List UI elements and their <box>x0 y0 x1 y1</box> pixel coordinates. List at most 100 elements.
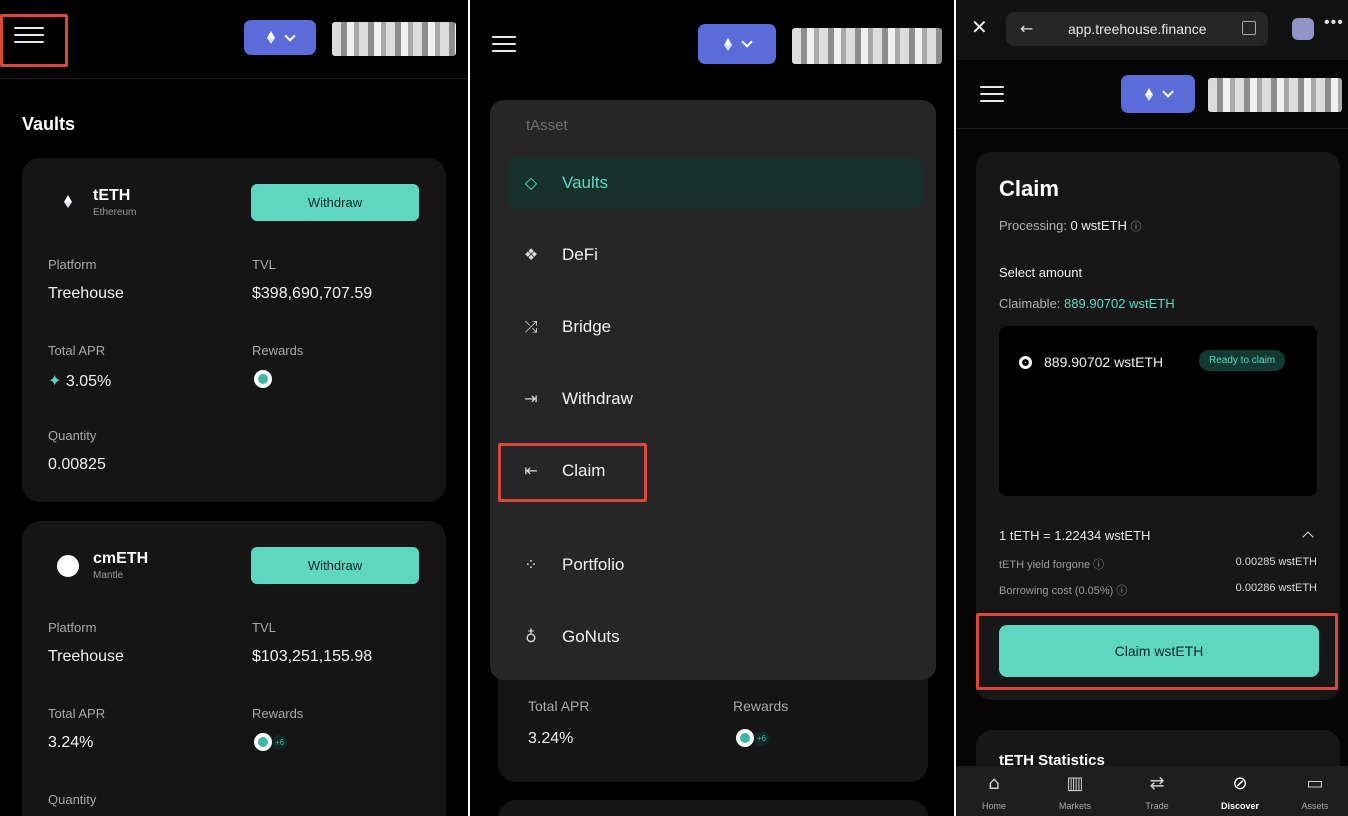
nav-home[interactable]: ⌂ Home <box>959 766 1029 816</box>
platform-label: Platform <box>48 620 96 635</box>
ethereum-icon <box>724 38 733 51</box>
yield-label-text: tETH yield forgone <box>999 559 1090 571</box>
platform-label: Platform <box>48 257 96 272</box>
close-icon[interactable]: ✕ <box>971 15 988 39</box>
quantity-label: Quantity <box>48 792 96 807</box>
page-title: Vaults <box>22 114 75 135</box>
nav-label: Home <box>982 801 1006 811</box>
claimable-value: 889.90702 wstETH <box>1064 296 1175 311</box>
nav-assets[interactable]: ▭ Assets <box>1280 766 1348 816</box>
rewards-label: Rewards <box>733 698 788 714</box>
network-selector[interactable] <box>1121 75 1195 113</box>
reward-token-icon <box>254 733 272 751</box>
network-selector[interactable] <box>698 24 776 64</box>
nut-icon: ♁ <box>522 628 540 646</box>
chevron-down-icon <box>1162 86 1173 97</box>
apr-label: Total APR <box>48 706 105 721</box>
wallet-extension-icon[interactable] <box>1292 18 1314 40</box>
menu-item-bridge[interactable]: ⤮Bridge <box>508 301 922 353</box>
compass-icon: ⊘ <box>1205 774 1275 794</box>
nav-trade[interactable]: ⇄Trade <box>1122 766 1192 816</box>
yield-label: tETH yield forgone ⓘ <box>999 556 1104 572</box>
chevron-up-icon[interactable] <box>1302 531 1313 542</box>
nav-discover[interactable]: ⊘ Discover <box>1205 766 1275 816</box>
defi-icon: ❖ <box>522 246 540 264</box>
menu-screen: Total APR 3.24% Rewards +6 tAsset ◇Vault… <box>470 0 954 816</box>
nav-label: Trade <box>1145 801 1168 811</box>
menu-item-vaults[interactable]: ◇Vaults <box>508 157 922 209</box>
asset-network: Ethereum <box>93 207 136 218</box>
highlight-box <box>976 613 1338 690</box>
apr-text: 3.05% <box>66 373 111 390</box>
menu-icon[interactable] <box>492 36 516 58</box>
vault-card-cmeth: cmETH Mantle Withdraw Platform Treehouse… <box>22 521 446 816</box>
radio-selected-icon[interactable] <box>1019 356 1032 369</box>
rewards-label: Rewards <box>252 343 303 358</box>
claim-screen: ✕ ← app.treehouse.finance ••• Claim Proc… <box>956 0 1348 816</box>
divider <box>956 128 1348 129</box>
shuffle-icon: ⤮ <box>522 318 540 336</box>
menu-item-withdraw[interactable]: ⇥ Withdraw <box>508 373 922 425</box>
claim-option-amount[interactable]: 889.90702 wstETH <box>1044 354 1163 370</box>
bar-chart-icon: ▥ <box>1040 774 1110 794</box>
chevron-down-icon <box>741 36 752 47</box>
platform-value: Treehouse <box>48 648 124 666</box>
rate-row: 1 tETH = 1.22434 wstETH <box>999 528 1150 543</box>
nav-label: Assets <box>1301 801 1328 811</box>
nav-label: Markets <box>1059 801 1091 811</box>
reward-token-icon <box>254 370 272 388</box>
asset-name: cmETH <box>93 550 148 568</box>
menu-item-portfolio[interactable]: ⁘ Portfolio <box>508 539 922 591</box>
claimable-row: Claimable: 889.90702 wstETH <box>999 296 1175 311</box>
wallet-address[interactable] <box>1208 78 1342 112</box>
chevron-down-icon <box>284 30 295 41</box>
claimable-label: Claimable: <box>999 296 1060 311</box>
network-selector[interactable] <box>244 20 316 55</box>
menu-item-label: Withdraw <box>562 389 633 409</box>
logout-icon: ⇥ <box>522 390 540 408</box>
quantity-label: Quantity <box>48 428 96 443</box>
yield-value: 0.00285 wstETH <box>1236 556 1317 568</box>
menu-item-label: Portfolio <box>562 555 624 575</box>
ready-to-claim-badge: Ready to claim <box>1199 350 1285 371</box>
withdraw-button[interactable]: Withdraw <box>251 547 419 584</box>
menu-item-label: GoNuts <box>562 627 620 647</box>
vault-card-behind-2 <box>498 800 928 816</box>
rewards-extra-badge: +6 <box>272 735 287 750</box>
menu-item-gonuts[interactable]: ♁ GoNuts <box>508 611 922 663</box>
nav-label: Discover <box>1221 801 1259 811</box>
processing-label: Processing: <box>999 218 1067 233</box>
info-icon[interactable]: ⓘ <box>1131 221 1142 233</box>
wallet-address[interactable] <box>332 22 456 56</box>
rate-value: 1.22434 wstETH <box>1054 528 1150 543</box>
menu-icon[interactable] <box>980 86 1004 108</box>
rate-label: 1 tETH = <box>999 528 1051 543</box>
back-arrow-icon[interactable]: ← <box>1020 19 1033 38</box>
wallet-icon: ▭ <box>1280 774 1348 794</box>
url-text: app.treehouse.finance <box>1068 21 1207 37</box>
processing-row: Processing: 0 wstETH ⓘ <box>999 218 1142 234</box>
apr-value: 3.24% <box>528 730 573 748</box>
grid-icon: ⁘ <box>522 556 540 574</box>
apr-label: Total APR <box>48 343 105 358</box>
url-bar[interactable]: ← app.treehouse.finance <box>1006 12 1268 46</box>
more-icon[interactable]: ••• <box>1324 14 1344 32</box>
rewards-label: Rewards <box>252 706 303 721</box>
select-amount-label: Select amount <box>999 265 1082 280</box>
withdraw-button[interactable]: Withdraw <box>251 184 419 221</box>
menu-item-defi[interactable]: ❖DeFi <box>508 229 922 281</box>
ethereum-icon <box>267 31 276 44</box>
menu-section-header: tAsset <box>526 117 568 134</box>
apr-value: ✦ 3.05% <box>48 371 111 391</box>
home-icon: ⌂ <box>959 774 1029 794</box>
borrow-value: 0.00286 wstETH <box>1236 582 1317 594</box>
translate-icon[interactable] <box>1242 21 1256 35</box>
diamond-icon: ◇ <box>522 174 540 192</box>
nav-markets[interactable]: ▥ Markets <box>1040 766 1110 816</box>
apr-value: 3.24% <box>48 734 93 752</box>
highlight-box <box>498 443 647 502</box>
nav-menu: tAsset ◇Vaults ❖DeFi ⤮Bridge ⇥Withdraw ⇤… <box>490 100 936 680</box>
quantity-value: 0.00825 <box>48 456 106 474</box>
wallet-address[interactable] <box>792 28 942 64</box>
claim-title: Claim <box>999 176 1059 202</box>
